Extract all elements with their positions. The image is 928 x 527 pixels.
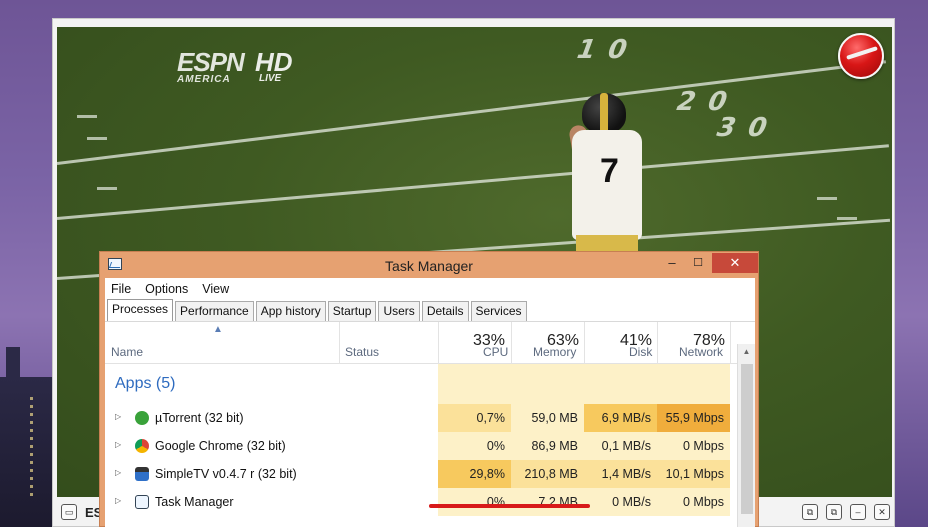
table-row[interactable]: ▷ µTorrent (32 bit) 0,7% 59,0 MB 6,9 MB/… (105, 404, 755, 432)
disk-value: 6,9 MB/s (584, 404, 657, 432)
screen-icon[interactable]: ▭ (61, 504, 77, 520)
clapperboard-icon (135, 467, 149, 481)
column-status[interactable]: Status (345, 345, 379, 359)
close-button[interactable]: ✕ (712, 253, 758, 273)
apps-group-header[interactable]: Apps (5) (105, 364, 755, 404)
expand-arrow-icon[interactable]: ▷ (115, 412, 121, 421)
tab-services[interactable]: Services (470, 301, 527, 321)
network-value: 10,1 Mbps (657, 460, 730, 488)
cpu-value: 29,8% (438, 460, 511, 488)
table-row[interactable]: ▷ Google Chrome (32 bit) 0% 86,9 MB 0,1 … (105, 432, 755, 460)
cpu-value: 0,7% (438, 404, 511, 432)
espn-hd-logo: ESPN AMERICA HD LIVE (177, 47, 293, 85)
close-player-icon[interactable]: ✕ (874, 504, 890, 520)
column-disk[interactable]: Disk (629, 345, 652, 359)
record-button[interactable] (838, 33, 884, 79)
hash-mark (97, 187, 117, 190)
hash-mark (837, 217, 857, 220)
process-name: Task Manager (155, 495, 234, 509)
tab-users[interactable]: Users (378, 301, 420, 321)
minimize-player-icon[interactable]: – (850, 504, 866, 520)
column-name[interactable]: Name (111, 345, 143, 359)
expand-arrow-icon[interactable]: ▷ (115, 440, 121, 449)
disk-value: 0,1 MB/s (584, 432, 657, 460)
column-header: ▲ Name Status 33% CPU 63% Memory 41% Dis… (105, 322, 755, 364)
vertical-scrollbar[interactable]: ▲ (737, 344, 755, 527)
tab-details[interactable]: Details (421, 301, 469, 321)
chrome-icon (135, 439, 149, 453)
column-memory[interactable]: Memory (533, 345, 576, 359)
tab-startup[interactable]: Startup (327, 301, 377, 321)
cpu-value: 0% (438, 432, 511, 460)
menu-view[interactable]: View (202, 282, 229, 296)
memory-value: 210,8 MB (511, 460, 584, 488)
table-row[interactable]: ▷ Task Manager 0% 7,2 MB 0 MB/s 0 Mbps (105, 488, 755, 516)
restore-window-icon[interactable]: ⧉ (802, 504, 818, 520)
minimize-button[interactable]: – (658, 253, 686, 273)
tab-performance[interactable]: Performance (175, 301, 254, 321)
scrollbar-thumb[interactable] (741, 364, 753, 514)
process-list: Apps (5) ▷ µTorrent (32 bit) 0,7% 59,0 M… (105, 364, 755, 516)
memory-value: 86,9 MB (511, 432, 584, 460)
annotation-underline (429, 504, 590, 508)
hash-mark (87, 137, 107, 140)
tab-processes[interactable]: Processes (107, 299, 174, 321)
network-value: 0 Mbps (657, 488, 730, 516)
memory-value: 7,2 MB (511, 488, 584, 516)
expand-arrow-icon[interactable]: ▷ (115, 496, 121, 505)
scroll-up-icon[interactable]: ▲ (738, 344, 755, 360)
network-value: 55,9 Mbps (657, 404, 730, 432)
disk-value: 0 MB/s (584, 488, 657, 516)
process-name: Google Chrome (32 bit) (155, 439, 286, 453)
jersey-number: 7 (600, 152, 619, 190)
column-network[interactable]: Network (679, 345, 723, 359)
yard-number: 3 0 (711, 113, 774, 143)
tab-bar: Processes Performance App history Startu… (105, 299, 755, 322)
task-manager-body: File Options View Processes Performance … (105, 278, 755, 527)
desktop-skyline (0, 347, 55, 527)
menu-bar: File Options View (105, 278, 755, 300)
hash-mark (77, 115, 97, 118)
restore-window-icon[interactable]: ⧉ (826, 504, 842, 520)
tab-app-history[interactable]: App history (255, 301, 326, 321)
column-cpu[interactable]: CPU (483, 345, 508, 359)
task-manager-window: Task Manager – ☐ ✕ File Options View Pro… (99, 251, 759, 527)
yard-line (57, 144, 889, 220)
memory-value: 59,0 MB (511, 404, 584, 432)
task-manager-titlebar[interactable]: Task Manager – ☐ ✕ (100, 252, 758, 278)
espn-logo-text: ESPN (177, 47, 245, 77)
hash-mark (817, 197, 837, 200)
network-value: 0 Mbps (657, 432, 730, 460)
task-manager-icon (135, 495, 149, 509)
process-name: µTorrent (32 bit) (155, 411, 244, 425)
cpu-value: 0% (438, 488, 511, 516)
live-logo-text: LIVE (259, 73, 282, 84)
utorrent-icon (135, 411, 149, 425)
sort-arrow-icon[interactable]: ▲ (213, 324, 223, 335)
maximize-button[interactable]: ☐ (684, 253, 712, 273)
yard-number: 1 0 (571, 35, 634, 65)
menu-file[interactable]: File (111, 282, 131, 296)
expand-arrow-icon[interactable]: ▷ (115, 468, 121, 477)
process-name: SimpleTV v0.4.7 r (32 bit) (155, 467, 297, 481)
table-row[interactable]: ▷ SimpleTV v0.4.7 r (32 bit) 29,8% 210,8… (105, 460, 755, 488)
menu-options[interactable]: Options (145, 282, 188, 296)
disk-value: 1,4 MB/s (584, 460, 657, 488)
